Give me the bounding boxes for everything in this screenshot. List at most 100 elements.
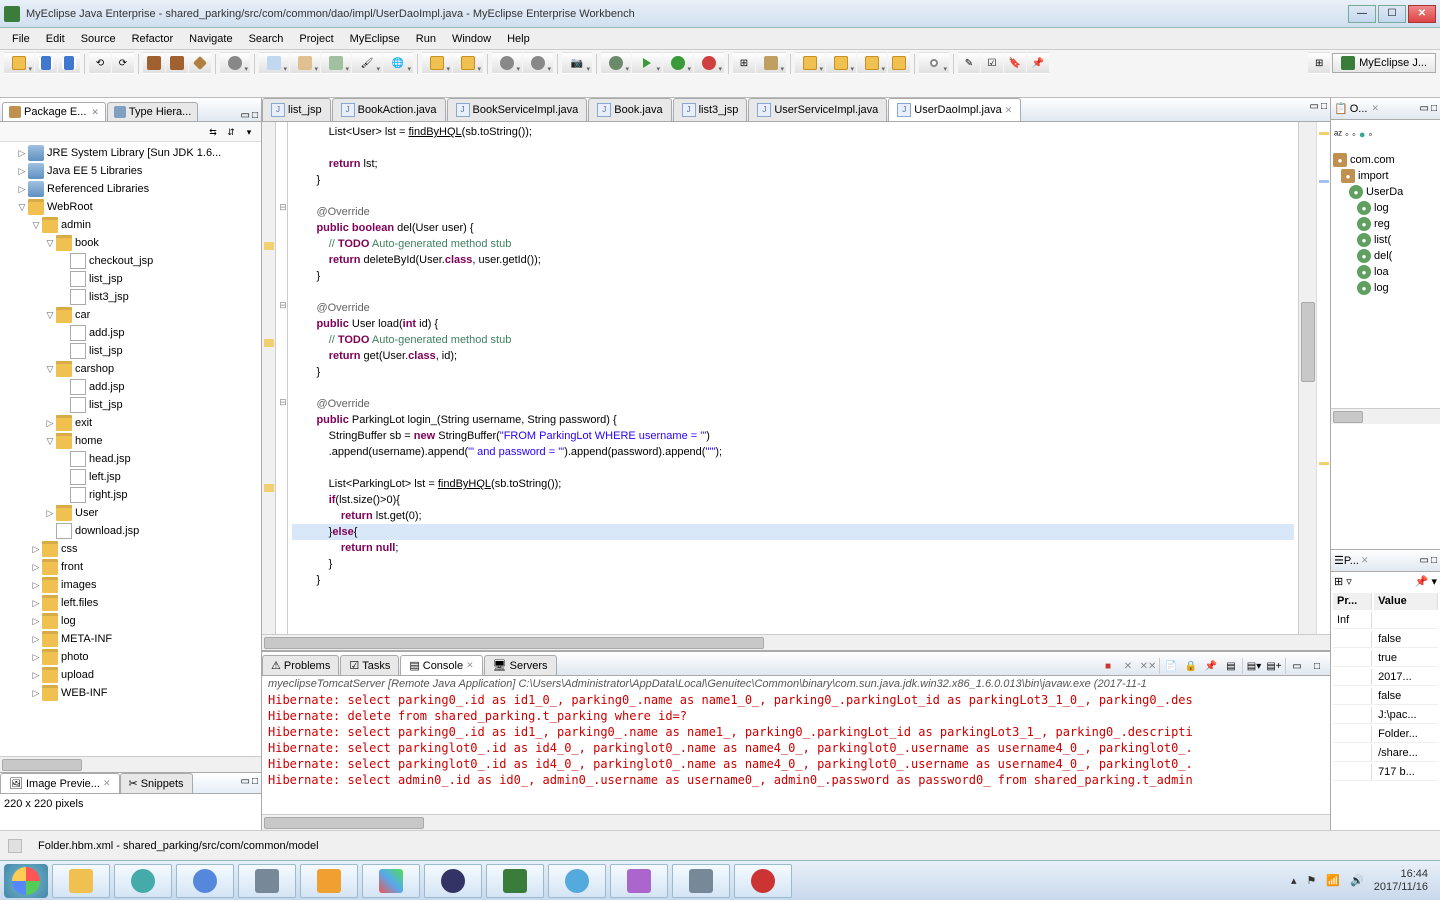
taskbar-ie[interactable] (176, 864, 234, 898)
tab-type-hierarchy[interactable]: Type Hiera... (107, 102, 198, 121)
maximize-view-icon[interactable]: □ (1431, 555, 1437, 566)
folding-ruler[interactable]: ⊟ ⊟ ⊟ (276, 122, 288, 634)
property-row[interactable]: true (1333, 650, 1438, 667)
expand-icon[interactable]: ▷ (16, 166, 28, 177)
export-button[interactable] (166, 52, 188, 74)
console-output[interactable]: Hibernate: select parking0_.id as id1_0_… (262, 692, 1330, 814)
bookmark-button[interactable]: 🔖 (1004, 52, 1026, 74)
pin-icon[interactable]: 📌 (1415, 575, 1429, 588)
globe-button[interactable]: 🌐▾ (383, 52, 413, 74)
property-row[interactable]: false (1333, 688, 1438, 705)
tree-item[interactable]: download.jsp (2, 522, 259, 540)
menu-refactor[interactable]: Refactor (124, 31, 182, 47)
new-pkg-button[interactable]: ⊞ (733, 52, 755, 74)
tree-item[interactable]: ▷Java EE 5 Libraries (2, 162, 259, 180)
expand-icon[interactable]: ▽ (16, 202, 28, 213)
gen-button[interactable]: ▾ (290, 52, 320, 74)
outline-item[interactable]: ●import (1333, 168, 1438, 184)
tree-item[interactable]: ▷photo (2, 648, 259, 666)
tree-item[interactable]: ▽WebRoot (2, 198, 259, 216)
tree-hscrollbar[interactable] (0, 756, 261, 772)
menu-file[interactable]: File (4, 31, 38, 47)
fold-icon[interactable]: ⊟ (278, 397, 288, 405)
tree-item[interactable]: ▷log (2, 612, 259, 630)
system-tray[interactable]: ▴ ⚑ 📶 🔊 16:44 2017/11/16 (1291, 868, 1436, 894)
expand-icon[interactable]: ▷ (30, 670, 42, 681)
tab-console[interactable]: ▤Console✕ (400, 655, 482, 675)
outline-item[interactable]: ●com.com (1333, 152, 1438, 168)
tray-network-icon[interactable]: 📶 (1326, 874, 1340, 887)
taskbar-app1[interactable] (114, 864, 172, 898)
taskbar-media[interactable] (548, 864, 606, 898)
outline-list[interactable]: ●com.com●import ●UserDa●log●reg●list(●de… (1331, 150, 1440, 298)
property-row[interactable]: 717 b... (1333, 764, 1438, 781)
console-hscrollbar[interactable] (262, 814, 1330, 830)
tree-item[interactable]: list_jsp (2, 270, 259, 288)
save-all-button[interactable] (58, 52, 80, 74)
maximize-view-icon[interactable]: □ (252, 776, 258, 790)
fold-icon[interactable]: ⊟ (278, 300, 288, 308)
hide-fields-icon[interactable]: ◦ (1345, 129, 1349, 141)
expand-icon[interactable]: ▽ (44, 436, 56, 447)
editor-tab[interactable]: JUserDaoImpl.java✕ (888, 98, 1021, 121)
collapse-all-icon[interactable]: ⇆ (205, 124, 221, 140)
expand-icon[interactable]: ▷ (16, 148, 28, 159)
taskbar-app2[interactable] (238, 864, 296, 898)
open-folder2-button[interactable]: ▾ (826, 52, 856, 74)
menu-search[interactable]: Search (241, 31, 292, 47)
tree-item[interactable]: ▷images (2, 576, 259, 594)
expand-icon[interactable]: ▷ (30, 634, 42, 645)
close-icon[interactable]: ✕ (1361, 555, 1369, 566)
minimize-view-icon[interactable]: ▭ (241, 110, 250, 121)
taskbar-app5[interactable] (610, 864, 668, 898)
maximize-view-icon[interactable]: □ (1431, 103, 1437, 114)
menu-window[interactable]: Window (444, 31, 499, 47)
tree-item[interactable]: left.jsp (2, 468, 259, 486)
import-button[interactable] (143, 52, 165, 74)
taskbar-app3[interactable] (362, 864, 420, 898)
gears-button[interactable]: ▾ (492, 52, 522, 74)
menu-navigate[interactable]: Navigate (181, 31, 240, 47)
outline-item[interactable]: ●list( (1333, 232, 1438, 248)
close-button[interactable]: ✕ (1408, 5, 1436, 23)
close-icon[interactable]: ✕ (103, 778, 111, 789)
clear-console-button[interactable]: 📄 (1162, 657, 1180, 675)
save-button[interactable] (35, 52, 57, 74)
tree-item[interactable]: ▷css (2, 540, 259, 558)
minimize-button[interactable]: — (1348, 5, 1376, 23)
expand-icon[interactable]: ▽ (30, 220, 42, 231)
properties-table[interactable]: Pr... Value Inffalsetrue2017...falseJ:\p… (1331, 591, 1440, 783)
tray-volume-icon[interactable]: 🔊 (1350, 874, 1364, 887)
menu-myeclipse[interactable]: MyEclipse (342, 31, 408, 47)
property-row[interactable]: J:\pac... (1333, 707, 1438, 724)
outline-item[interactable]: ●log (1333, 200, 1438, 216)
taskbar-app7[interactable] (734, 864, 792, 898)
taskbar-explorer[interactable] (52, 864, 110, 898)
tree-item[interactable]: ▷User (2, 504, 259, 522)
fold-icon[interactable]: ⊟ (278, 202, 288, 210)
db-button[interactable]: ▾ (259, 52, 289, 74)
camera-button[interactable]: 📷▾ (562, 52, 592, 74)
col-value[interactable]: Value (1374, 593, 1438, 610)
editor-hscrollbar[interactable] (262, 634, 1330, 650)
expand-icon[interactable]: ▷ (44, 508, 56, 519)
outline-item[interactable]: ●reg (1333, 216, 1438, 232)
property-row[interactable]: /share... (1333, 745, 1438, 762)
code-editor[interactable]: List<User> lst = findByHQL(sb.toString()… (288, 122, 1298, 634)
property-row[interactable]: Inf (1333, 612, 1438, 629)
tree-item[interactable]: ▽carshop (2, 360, 259, 378)
expand-icon[interactable]: ▷ (30, 652, 42, 663)
close-icon[interactable]: ✕ (1005, 105, 1013, 116)
open-folder3-button[interactable]: ▾ (857, 52, 887, 74)
remove-all-button[interactable]: ✕✕ (1139, 657, 1157, 675)
maximize-button[interactable]: ☐ (1378, 5, 1406, 23)
brush-button[interactable]: 🖌▾ (352, 52, 382, 74)
tab-snippets[interactable]: ✂ Snippets (120, 773, 193, 793)
tree-item[interactable]: ▽car (2, 306, 259, 324)
property-row[interactable]: false (1333, 631, 1438, 648)
perspective-myeclipse[interactable]: MyEclipse J... (1332, 53, 1436, 73)
debug-button[interactable]: ▾ (601, 52, 631, 74)
new-button[interactable]: ▾ (4, 52, 34, 74)
minimize-editor-icon[interactable]: ▭ (1310, 101, 1319, 118)
open-folder-button[interactable]: ▾ (795, 52, 825, 74)
